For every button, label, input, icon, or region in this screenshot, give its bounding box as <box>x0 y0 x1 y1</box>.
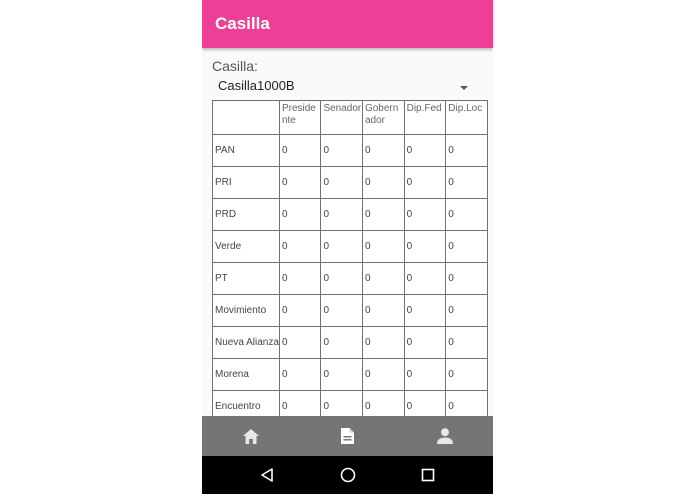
vote-count-cell[interactable]: 0 <box>403 166 447 199</box>
party-name-cell: Movimiento <box>212 294 280 327</box>
party-name-cell: PT <box>212 262 280 295</box>
vote-count-cell[interactable]: 0 <box>445 166 488 199</box>
results-table-container[interactable]: Preside nte Senador Gobern ador Dip.Fed … <box>212 100 488 416</box>
vote-count-cell[interactable]: 0 <box>403 358 447 391</box>
vote-count-cell[interactable]: 0 <box>445 326 488 359</box>
vote-count-cell[interactable]: 0 <box>320 390 363 416</box>
column-header: Senador <box>320 100 363 135</box>
vote-count-cell[interactable]: 0 <box>445 198 488 231</box>
vote-count-cell[interactable]: 0 <box>445 358 488 391</box>
system-back-button[interactable] <box>237 456 297 494</box>
system-home-button[interactable] <box>318 456 378 494</box>
column-header: Preside nte <box>278 100 322 135</box>
system-recents-button[interactable] <box>398 456 458 494</box>
vote-count-cell[interactable]: 0 <box>361 326 405 359</box>
table-row: PT 0 0 0 0 0 <box>212 262 488 295</box>
vote-count-cell[interactable]: 0 <box>361 134 405 167</box>
vote-count-cell[interactable]: 0 <box>403 390 447 416</box>
table-row: Encuentro 0 0 0 0 0 <box>212 390 488 416</box>
vote-count-cell[interactable]: 0 <box>403 294 447 327</box>
vote-count-cell[interactable]: 0 <box>361 166 405 199</box>
recents-icon <box>421 468 435 482</box>
results-table: Preside nte Senador Gobern ador Dip.Fed … <box>212 100 488 416</box>
party-name-cell: PRD <box>212 198 280 231</box>
vote-count-cell[interactable]: 0 <box>320 230 363 263</box>
party-name-cell: PAN <box>212 134 280 167</box>
vote-count-cell[interactable]: 0 <box>320 294 363 327</box>
table-row: PAN 0 0 0 0 0 <box>212 134 488 167</box>
vote-count-cell[interactable]: 0 <box>278 134 322 167</box>
party-name-cell: Encuentro <box>212 390 280 416</box>
table-row: Verde 0 0 0 0 0 <box>212 230 488 263</box>
vote-count-cell[interactable]: 0 <box>278 294 322 327</box>
table-row: Movimiento 0 0 0 0 0 <box>212 294 488 327</box>
vote-count-cell[interactable]: 0 <box>278 230 322 263</box>
document-icon <box>341 428 354 444</box>
table-body: PAN 0 0 0 0 0 PRI 0 0 0 0 0 PRD 0 0 0 0 0 Verde 0 0 0 0 0 PT 0 0 0 0… <box>212 134 488 416</box>
vote-count-cell[interactable]: 0 <box>403 198 447 231</box>
table-header-row: Preside nte Senador Gobern ador Dip.Fed … <box>212 100 488 135</box>
home-icon <box>242 428 259 444</box>
vote-count-cell[interactable]: 0 <box>445 294 488 327</box>
vote-count-cell[interactable]: 0 <box>445 134 488 167</box>
vote-count-cell[interactable]: 0 <box>361 294 405 327</box>
table-row: PRI 0 0 0 0 0 <box>212 166 488 199</box>
vote-count-cell[interactable]: 0 <box>403 134 447 167</box>
system-navigation-bar <box>202 456 493 494</box>
nav-home-button[interactable] <box>202 416 299 456</box>
vote-count-cell[interactable]: 0 <box>320 166 363 199</box>
vote-count-cell[interactable]: 0 <box>361 198 405 231</box>
nav-document-button[interactable] <box>299 416 396 456</box>
party-name-cell: Verde <box>212 230 280 263</box>
casilla-label: Casilla: <box>212 58 258 74</box>
table-row: PRD 0 0 0 0 0 <box>212 198 488 231</box>
vote-count-cell[interactable]: 0 <box>278 198 322 231</box>
vote-count-cell[interactable]: 0 <box>320 198 363 231</box>
party-name-cell: Nueva Alianza <box>212 326 280 359</box>
vote-count-cell[interactable]: 0 <box>403 326 447 359</box>
back-icon <box>261 468 273 482</box>
vote-count-cell[interactable]: 0 <box>361 262 405 295</box>
vote-count-cell[interactable]: 0 <box>361 230 405 263</box>
home-circle-icon <box>340 467 356 483</box>
vote-count-cell[interactable]: 0 <box>320 262 363 295</box>
vote-count-cell[interactable]: 0 <box>403 262 447 295</box>
person-icon <box>436 428 453 444</box>
party-name-cell: Morena <box>212 358 280 391</box>
vote-count-cell[interactable]: 0 <box>320 358 363 391</box>
vote-count-cell[interactable]: 0 <box>403 230 447 263</box>
vote-count-cell[interactable]: 0 <box>278 326 322 359</box>
header-corner-cell <box>212 100 280 135</box>
app-bar: Casilla <box>202 0 493 48</box>
dropdown-arrow-icon[interactable] <box>460 86 468 90</box>
phone-screen: Casilla Casilla: Casilla1000B Preside nt… <box>202 0 493 494</box>
table-row: Nueva Alianza 0 0 0 0 0 <box>212 326 488 359</box>
nav-profile-button[interactable] <box>396 416 493 456</box>
vote-count-cell[interactable]: 0 <box>320 134 363 167</box>
vote-count-cell[interactable]: 0 <box>278 262 322 295</box>
vote-count-cell[interactable]: 0 <box>361 358 405 391</box>
column-header: Dip.Fed <box>403 100 447 135</box>
column-header: Gobern ador <box>361 100 405 135</box>
casilla-select[interactable]: Casilla1000B <box>218 78 295 93</box>
vote-count-cell[interactable]: 0 <box>320 326 363 359</box>
vote-count-cell[interactable]: 0 <box>361 390 405 416</box>
column-header: Dip.Loc <box>445 100 488 135</box>
table-row: Morena 0 0 0 0 0 <box>212 358 488 391</box>
app-title: Casilla <box>215 14 270 33</box>
bottom-navigation <box>202 416 493 456</box>
party-name-cell: PRI <box>212 166 280 199</box>
vote-count-cell[interactable]: 0 <box>278 390 322 416</box>
vote-count-cell[interactable]: 0 <box>278 166 322 199</box>
vote-count-cell[interactable]: 0 <box>445 390 488 416</box>
vote-count-cell[interactable]: 0 <box>445 262 488 295</box>
vote-count-cell[interactable]: 0 <box>278 358 322 391</box>
vote-count-cell[interactable]: 0 <box>445 230 488 263</box>
